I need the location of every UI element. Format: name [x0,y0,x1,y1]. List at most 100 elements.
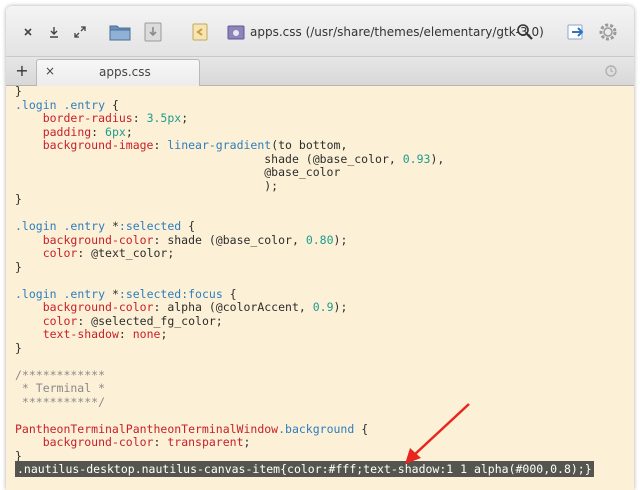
code-token: .login [15,219,57,233]
code-token: linear-gradient [167,138,272,152]
code-token: ; [243,435,251,449]
minimize-button[interactable] [46,24,62,40]
code-token: PantheonTerminalPantheonTerminalWindow [15,421,279,436]
code-line: * Terminal * [15,381,444,396]
code-line: background-image: linear-gradient(to bot… [15,138,444,153]
code-line: @base_color [15,165,444,180]
code-line: .login .entry *:selected { [15,219,444,234]
code-line: padding: 6px; [15,124,444,140]
code-token: * [105,286,119,301]
code-token: :selected:focus [118,286,223,301]
maximize-icon [74,26,86,38]
code-token: color [42,246,78,260]
annotation-arrow [405,403,470,464]
code-line: /************ [15,367,444,383]
close-button[interactable] [20,24,36,40]
editor-window: apps.css (/usr/share/themes/elementary/g… [6,6,634,490]
maximize-button[interactable] [72,24,88,40]
code-token: { [105,97,119,112]
settings-button[interactable] [596,20,620,44]
code-token: ); [333,232,348,247]
code-token: } [15,84,22,98]
code-token: padding [42,124,92,139]
save-icon [144,22,162,42]
highlighted-code-line: .nautilus-desktop.nautilus-canvas-item{c… [15,461,594,477]
window-title: apps.css (/usr/share/themes/elementary/g… [250,25,544,39]
code-token: * [105,219,119,233]
code-line: color: @text_color; [15,246,444,261]
code-token: background-color [42,300,154,314]
tab-label: apps.css [99,65,151,79]
code-token: none [132,327,161,341]
code-line: background-color: shade (@base_color, 0.… [15,232,444,248]
code-token: .background [278,421,355,436]
code-token: : [153,138,168,152]
code-token: border-radius [42,111,133,125]
code-token: .login [15,97,57,112]
code-token: ; [160,327,168,341]
code-token: 6px [105,124,126,139]
code-token: 0.9 [312,300,334,314]
save-button[interactable] [142,20,164,44]
code-token: ); [333,300,348,314]
code-token: ; [181,111,189,125]
code-token: :selected [118,219,182,233]
tab-close-button[interactable]: × [45,64,55,78]
code-token: @base_color [15,165,341,179]
code-line: color: @selected_fg_color; [15,314,444,329]
code-token: : [132,111,147,125]
code-token: transparent [167,435,244,449]
code-line: .login .entry { [15,97,444,113]
code-token: background-image [42,138,154,152]
code-token: .entry [63,286,106,301]
code-token: ***********/ [15,394,106,409]
code-token: .login [15,286,57,301]
code-line: } [15,341,444,356]
new-tab-button[interactable]: + [14,61,30,81]
code-line: } [15,192,444,207]
revert-button[interactable] [189,21,211,43]
close-icon [24,28,32,36]
tab-history-button[interactable] [604,63,620,79]
share-button[interactable] [565,21,587,43]
code-token: { [181,219,196,233]
code-token: 0.93 [402,151,431,166]
code-token: { [222,286,237,301]
tab-apps-css[interactable]: × apps.css [36,59,200,86]
code-line: ); [15,179,444,194]
code-token: : alpha (@colorAccent, [153,300,313,314]
code-token: : @text_color; [77,246,175,260]
file-type-badge [226,23,246,41]
code-token: { [354,421,369,436]
code-token: } [15,259,22,274]
code-token: * Terminal * [15,381,106,395]
header-bar: apps.css (/usr/share/themes/elementary/g… [6,6,634,57]
code-line: shade (@base_color, 0.93), [15,151,445,167]
code-token: text-shadow [42,327,119,341]
code-token: } [15,192,22,206]
code-token: ), [430,151,445,166]
code-token: 3.5px [146,111,182,125]
code-content: } .login .entry { border-radius: 3.5px; p… [15,84,445,463]
code-line: text-shadow: none; [15,327,444,342]
code-line: ***********/ [15,394,444,410]
open-button[interactable] [108,21,132,43]
code-line: background-color: transparent; [15,435,444,450]
code-token: .entry [63,219,106,233]
search-button[interactable] [514,21,536,43]
code-line: background-color: alpha (@colorAccent, 0… [15,300,444,315]
code-line: } [15,259,444,275]
code-token: /************ [15,367,106,382]
code-editor[interactable]: } .login .entry { border-radius: 3.5px; p… [6,84,634,490]
code-line: } [15,84,444,99]
undo-icon [192,23,208,41]
